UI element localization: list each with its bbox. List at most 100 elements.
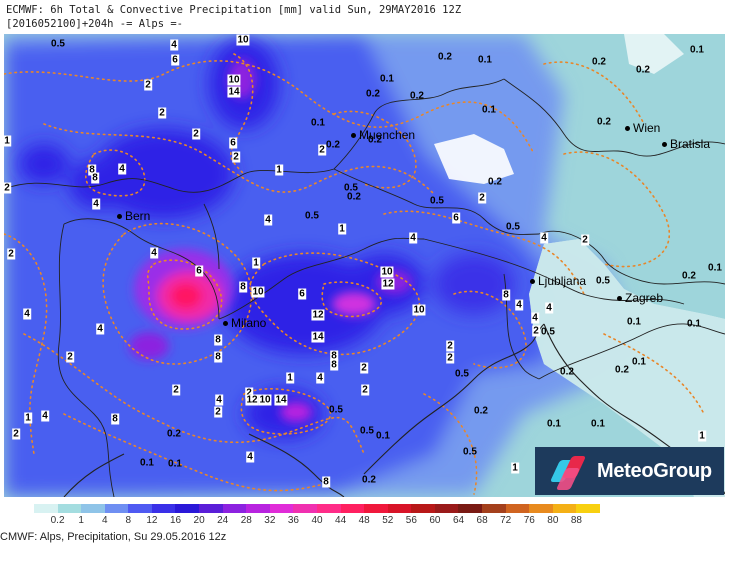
value-label: 12 [381,278,395,290]
value-label: 14 [227,86,241,98]
value-label: 1 [698,430,706,442]
logo-text: MeteoGroup [597,459,712,482]
value-label: 0.5 [305,210,319,222]
city-dot-icon [617,296,622,302]
value-label: 0.1 [708,262,722,274]
value-label: 8 [111,413,119,425]
city-name: Milano [231,316,267,330]
value-label: 8 [322,476,330,488]
color-swatch [552,504,577,513]
color-swatch [458,504,482,513]
value-label: 1 [252,257,260,269]
run-info: [2016052100]+204h -= Alps =- [6,18,184,30]
value-label: 2 [158,107,166,119]
value-label: 0.1 [311,117,325,129]
footer-caption: CMWF: Alps, Precipitation, Su 29.05.2016… [0,531,227,543]
value-label: 8 [239,281,247,293]
value-label: 0.1 [687,318,701,330]
color-scale-bar [34,504,600,513]
scale-tick-label: 40 [311,515,323,526]
value-label: 6 [195,265,203,277]
city-milano: Milano [223,316,266,330]
city-ljubljana: Ljubljana [530,274,586,288]
value-label: 0.1 [591,418,605,430]
value-label: 0.2 [488,176,502,188]
value-label: 4 [23,308,31,320]
color-swatch [364,504,388,513]
color-swatch [434,504,459,513]
scale-tick-label: 56 [405,515,417,526]
scale-tick-label: 36 [287,515,299,526]
value-label: 8 [502,289,510,301]
color-scale-ticks: 0.2 1 4 8 12 16 20 24 28 32 36 40 44 48 52 56 60 64 68 72 76… [34,515,600,527]
value-label: 2 [12,428,20,440]
color-swatch [505,504,530,513]
value-label: 2 [66,351,74,363]
city-name: Ljubljana [538,274,587,288]
value-label: 10 [258,394,272,406]
value-label: 2 [446,340,454,352]
scale-tick-label: 24 [217,515,229,526]
city-wien: Wien [625,121,660,135]
value-label: 6 [229,137,237,149]
value-label: 0.5 [430,195,444,207]
value-label: 6 [171,54,179,66]
color-swatch [246,504,270,513]
value-label: 2 [318,144,326,156]
value-label: 4 [246,451,254,463]
value-label: 8 [214,351,222,363]
value-label: 0.2 [560,366,574,378]
value-label: 0.1 [376,430,390,442]
value-label: 0.2 [636,64,650,76]
scale-tick-label: 76 [523,515,535,526]
value-label: 12 [311,309,325,321]
color-swatch [81,504,105,513]
color-swatch [128,504,152,513]
value-label: 0.1 [478,54,492,66]
value-label: 0.2 [368,134,382,146]
value-label: 4 [150,247,158,259]
color-swatch [104,504,129,513]
color-swatch [34,504,58,513]
scale-tick-label: 68 [476,515,488,526]
value-label: 2 [172,384,180,396]
value-label: 4 [409,232,417,244]
value-label: 0.5 [455,368,469,380]
value-label: 10 [380,266,394,278]
value-label: 1 [24,412,32,424]
value-label: 2 [3,182,11,194]
scale-tick-label: 52 [382,515,394,526]
scale-tick-label: 28 [240,515,252,526]
value-label: 0.1 [547,418,561,430]
value-label: 2 [144,79,152,91]
value-label: 0.2 [167,428,181,440]
map-header: ECMWF: 6h Total & Convective Precipitati… [0,0,738,34]
scale-tick-label: 32 [264,515,276,526]
value-label: 10 [236,34,250,46]
scale-tick-label: 44 [335,515,347,526]
scale-tick-label: 80 [547,515,559,526]
value-label: 1 [286,372,294,384]
value-label: 4 [118,163,126,175]
value-label: 12 [245,394,259,406]
value-label: 1 [3,135,11,147]
city-dot-icon [530,279,535,285]
color-swatch [151,504,176,513]
value-label: 4 [515,299,523,311]
city-dot-icon [662,142,667,148]
city-name: Zagreb [625,291,664,305]
value-label: 8 [330,359,338,371]
value-label: 2 [7,248,15,260]
value-label: 4 [264,214,272,226]
value-label: 0.5 [596,275,610,287]
value-label: 4 [531,312,539,324]
city-dot-icon [351,133,356,139]
city-dot-icon [117,214,122,220]
city-bratisla: Bratisla [662,137,710,151]
meteogroup-logo: MeteoGroup [535,447,724,495]
scale-tick-label: 48 [358,515,370,526]
value-label: 1 [338,223,346,235]
value-label: 0.2 [597,116,611,128]
value-label: 0.2 [592,56,606,68]
color-swatch [387,504,412,513]
